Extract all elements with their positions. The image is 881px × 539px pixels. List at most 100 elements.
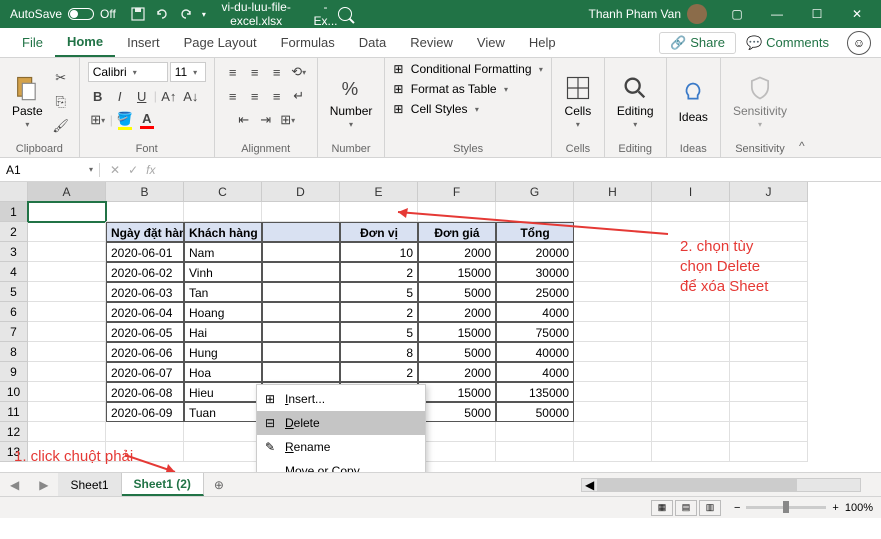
cell-E7[interactable]: 5 xyxy=(340,322,418,342)
cell-G3[interactable]: 20000 xyxy=(496,242,574,262)
borders-icon[interactable]: ⊞▾ xyxy=(88,110,108,130)
add-sheet-button[interactable]: ⊕ xyxy=(204,478,234,492)
col-header-D[interactable]: D xyxy=(262,182,340,202)
cell-A4[interactable] xyxy=(28,262,106,282)
cell-G7[interactable]: 75000 xyxy=(496,322,574,342)
cell-A11[interactable] xyxy=(28,402,106,422)
cell-C3[interactable]: Nam xyxy=(184,242,262,262)
increase-indent-icon[interactable]: ⇥ xyxy=(256,110,276,130)
page-break-view-icon[interactable]: ▥ xyxy=(699,500,721,516)
sheet-tab-sheet1[interactable]: Sheet1 xyxy=(58,473,121,496)
cell-D4[interactable] xyxy=(262,262,340,282)
row-header-3[interactable]: 3 xyxy=(0,242,28,262)
cell-A12[interactable] xyxy=(28,422,106,442)
col-header-H[interactable]: H xyxy=(574,182,652,202)
tab-help[interactable]: Help xyxy=(517,28,568,57)
cell-H4[interactable] xyxy=(574,262,652,282)
worksheet-area[interactable]: ABCDEFGHIJ12Ngày đặt hàngKhách hàngĐơn v… xyxy=(0,182,881,472)
align-bottom-icon[interactable]: ≡ xyxy=(267,62,287,82)
cell-I5[interactable] xyxy=(652,282,730,302)
cell-I8[interactable] xyxy=(652,342,730,362)
cell-G12[interactable] xyxy=(496,422,574,442)
col-header-E[interactable]: E xyxy=(340,182,418,202)
tab-review[interactable]: Review xyxy=(398,28,465,57)
cell-E6[interactable]: 2 xyxy=(340,302,418,322)
select-all-cells[interactable] xyxy=(0,182,28,202)
col-header-A[interactable]: A xyxy=(28,182,106,202)
number-format-button[interactable]: % Number▾ xyxy=(326,72,377,131)
cell-H9[interactable] xyxy=(574,362,652,382)
wrap-text-icon[interactable]: ↵ xyxy=(289,86,309,106)
align-top-icon[interactable]: ≡ xyxy=(223,62,243,82)
cell-J10[interactable] xyxy=(730,382,808,402)
row-header-6[interactable]: 6 xyxy=(0,302,28,322)
search-box[interactable] xyxy=(338,7,588,21)
cell-G11[interactable]: 50000 xyxy=(496,402,574,422)
cell-H8[interactable] xyxy=(574,342,652,362)
cell-F11[interactable]: 5000 xyxy=(418,402,496,422)
cell-D2[interactable] xyxy=(262,222,340,242)
cell-J8[interactable] xyxy=(730,342,808,362)
cell-J9[interactable] xyxy=(730,362,808,382)
cell-I7[interactable] xyxy=(652,322,730,342)
cell-H10[interactable] xyxy=(574,382,652,402)
tab-page-layout[interactable]: Page Layout xyxy=(172,28,269,57)
cell-H12[interactable] xyxy=(574,422,652,442)
col-header-I[interactable]: I xyxy=(652,182,730,202)
cell-C2[interactable]: Khách hàng xyxy=(184,222,262,242)
zoom-slider[interactable] xyxy=(746,506,826,509)
sheet-nav-prev[interactable]: ◀ xyxy=(0,478,29,492)
cell-A10[interactable] xyxy=(28,382,106,402)
tab-formulas[interactable]: Formulas xyxy=(269,28,347,57)
cell-C11[interactable]: Tuan xyxy=(184,402,262,422)
cell-B11[interactable]: 2020-06-09 xyxy=(106,402,184,422)
cell-B6[interactable]: 2020-06-04 xyxy=(106,302,184,322)
cell-C10[interactable]: Hieu xyxy=(184,382,262,402)
autosave-toggle[interactable]: AutoSave Off xyxy=(4,7,122,21)
cell-F5[interactable]: 5000 xyxy=(418,282,496,302)
cell-C9[interactable]: Hoa xyxy=(184,362,262,382)
maximize-button[interactable]: ☐ xyxy=(797,0,837,28)
conditional-formatting-button[interactable]: ⊞ Conditional Formatting ▾ xyxy=(393,62,543,76)
ribbon-options-icon[interactable]: ▢ xyxy=(717,0,757,28)
cell-F6[interactable]: 2000 xyxy=(418,302,496,322)
cell-E4[interactable]: 2 xyxy=(340,262,418,282)
row-header-13[interactable]: 13 xyxy=(0,442,28,462)
cancel-formula-icon[interactable]: ✕ xyxy=(110,163,120,177)
cell-H3[interactable] xyxy=(574,242,652,262)
row-header-7[interactable]: 7 xyxy=(0,322,28,342)
cell-G5[interactable]: 25000 xyxy=(496,282,574,302)
cell-E1[interactable] xyxy=(340,202,418,222)
save-icon[interactable] xyxy=(130,6,146,22)
cell-G4[interactable]: 30000 xyxy=(496,262,574,282)
cell-J1[interactable] xyxy=(730,202,808,222)
col-header-F[interactable]: F xyxy=(418,182,496,202)
row-header-9[interactable]: 9 xyxy=(0,362,28,382)
cell-I13[interactable] xyxy=(652,442,730,462)
cell-G6[interactable]: 4000 xyxy=(496,302,574,322)
sensitivity-button[interactable]: Sensitivity▾ xyxy=(729,72,791,131)
cell-D5[interactable] xyxy=(262,282,340,302)
cell-I9[interactable] xyxy=(652,362,730,382)
decrease-font-icon[interactable]: A↓ xyxy=(181,86,201,106)
cell-F9[interactable]: 2000 xyxy=(418,362,496,382)
format-as-table-button[interactable]: ⊞ Format as Table ▾ xyxy=(393,82,508,96)
horizontal-scrollbar[interactable]: ◀ xyxy=(581,478,861,492)
cell-D9[interactable] xyxy=(262,362,340,382)
close-button[interactable]: ✕ xyxy=(837,0,877,28)
cell-F7[interactable]: 15000 xyxy=(418,322,496,342)
cell-F10[interactable]: 15000 xyxy=(418,382,496,402)
cell-H6[interactable] xyxy=(574,302,652,322)
underline-button[interactable]: U xyxy=(132,86,152,106)
format-painter-icon[interactable]: 🖌 xyxy=(51,116,71,136)
row-header-12[interactable]: 12 xyxy=(0,422,28,442)
cell-F3[interactable]: 2000 xyxy=(418,242,496,262)
cell-C5[interactable]: Tan xyxy=(184,282,262,302)
zoom-out-button[interactable]: − xyxy=(734,502,740,514)
col-header-C[interactable]: C xyxy=(184,182,262,202)
zoom-level[interactable]: 100% xyxy=(845,502,873,514)
increase-font-icon[interactable]: A↑ xyxy=(159,86,179,106)
cell-H7[interactable] xyxy=(574,322,652,342)
cell-G2[interactable]: Tổng xyxy=(496,222,574,242)
fill-color-icon[interactable]: 🪣 xyxy=(115,110,135,130)
